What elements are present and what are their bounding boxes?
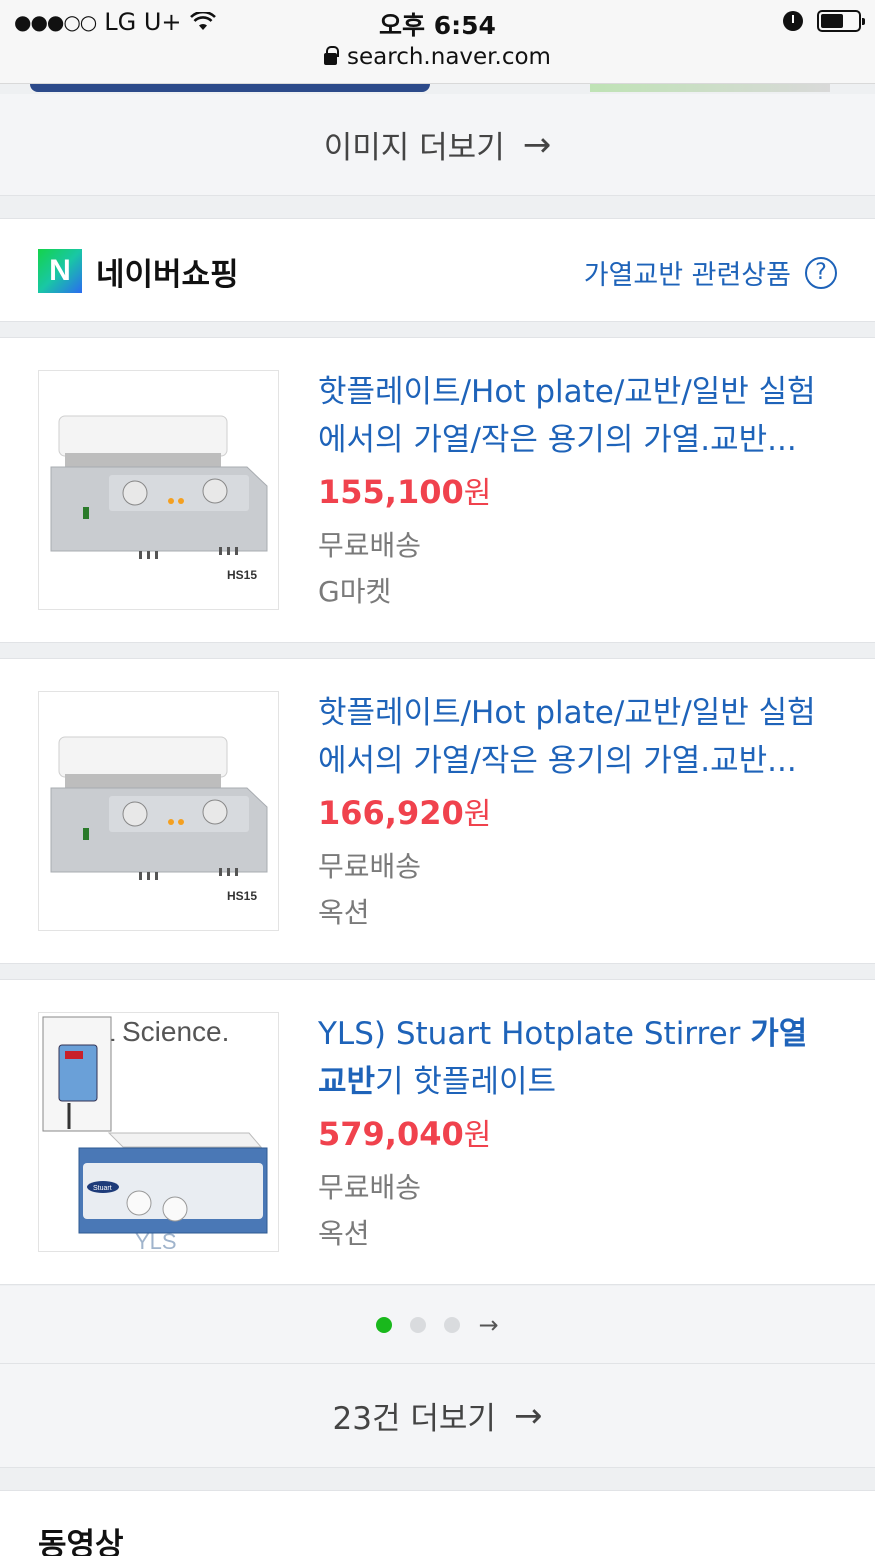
page-dot[interactable]: [444, 1316, 461, 1333]
product-image-label: HS15: [227, 889, 257, 903]
url-text: search.naver.com: [347, 44, 551, 70]
naver-logo-icon: N: [38, 249, 82, 293]
alarm-icon: [783, 11, 803, 31]
shopping-header: N 네이버쇼핑 가열교반 관련상품 ?: [0, 218, 875, 322]
product-title[interactable]: 핫플레이트/Hot plate/교반/일반 실험에서의 가열/작은 용기의 가열…: [318, 689, 843, 785]
battery-icon: [817, 10, 865, 32]
product-price: 579,040원: [318, 1115, 492, 1153]
arrow-right-icon: →: [513, 1395, 543, 1436]
product-image[interactable]: HS15: [38, 370, 279, 610]
shipping-info: 무료배송: [318, 1171, 422, 1204]
related-products-link[interactable]: 가열교반 관련상품 ?: [584, 253, 837, 292]
product-image[interactable]: HS15: [38, 691, 279, 931]
more-products-button[interactable]: 23건 더보기 →: [0, 1364, 875, 1468]
store-name: 옥션: [318, 896, 370, 929]
more-products-label: 23건 더보기: [332, 1401, 496, 1437]
more-images-label: 이미지 더보기: [323, 130, 505, 166]
lock-icon: [324, 46, 340, 65]
clock: 오후 6:54: [379, 11, 496, 40]
shopping-title: 네이버쇼핑: [96, 257, 239, 293]
video-section: 동영상: [0, 1490, 875, 1556]
product-price: 166,920원: [318, 794, 492, 832]
product-title[interactable]: 핫플레이트/Hot plate/교반/일반 실험에서의 가열/작은 용기의 가열…: [318, 368, 843, 464]
next-page-arrow-icon[interactable]: →: [478, 1311, 498, 1339]
shipping-info: 무료배송: [318, 850, 422, 883]
product-image[interactable]: YL Science. Stuart YLS: [38, 1012, 279, 1252]
product-card[interactable]: HS15 핫플레이트/Hot plate/교반/일반 실험에서의 가열/작은 용…: [0, 658, 875, 964]
page-dot[interactable]: [410, 1316, 427, 1333]
store-name: 옥션: [318, 1217, 370, 1250]
store-name: G마켓: [318, 575, 392, 608]
product-title[interactable]: YLS) Stuart Hotplate Stirrer 가열 교반기 핫플레이트: [318, 1010, 843, 1106]
status-icons: [783, 10, 865, 32]
product-image-label: HS15: [227, 568, 257, 582]
product-card[interactable]: YL Science. Stuart YLS YLS) Stuart Hotpl…: [0, 979, 875, 1285]
arrow-right-icon: →: [522, 124, 552, 165]
product-card[interactable]: HS15 핫플레이트/Hot plate/교반/일반 실험에서의 가열/작은 용…: [0, 337, 875, 643]
url-bar[interactable]: search.naver.com: [0, 44, 875, 70]
more-images-button[interactable]: 이미지 더보기 →: [0, 94, 875, 196]
page-dot[interactable]: [376, 1316, 393, 1333]
carousel-pager: →: [0, 1286, 875, 1364]
shipping-info: 무료배송: [318, 529, 422, 562]
product-price: 155,100원: [318, 473, 492, 511]
product-image-brand: Stuart: [93, 1185, 112, 1192]
product-image-watermark: YLS: [135, 1229, 177, 1252]
related-products-label: 가열교반 관련상품: [583, 260, 791, 291]
image-strip-partial: [0, 84, 875, 94]
status-bar: ●●●○○ LG U+ 오후 6:54 search.naver.com: [0, 0, 875, 84]
video-section-title: 동영상: [38, 1527, 124, 1556]
question-circle-icon[interactable]: ?: [805, 256, 837, 289]
